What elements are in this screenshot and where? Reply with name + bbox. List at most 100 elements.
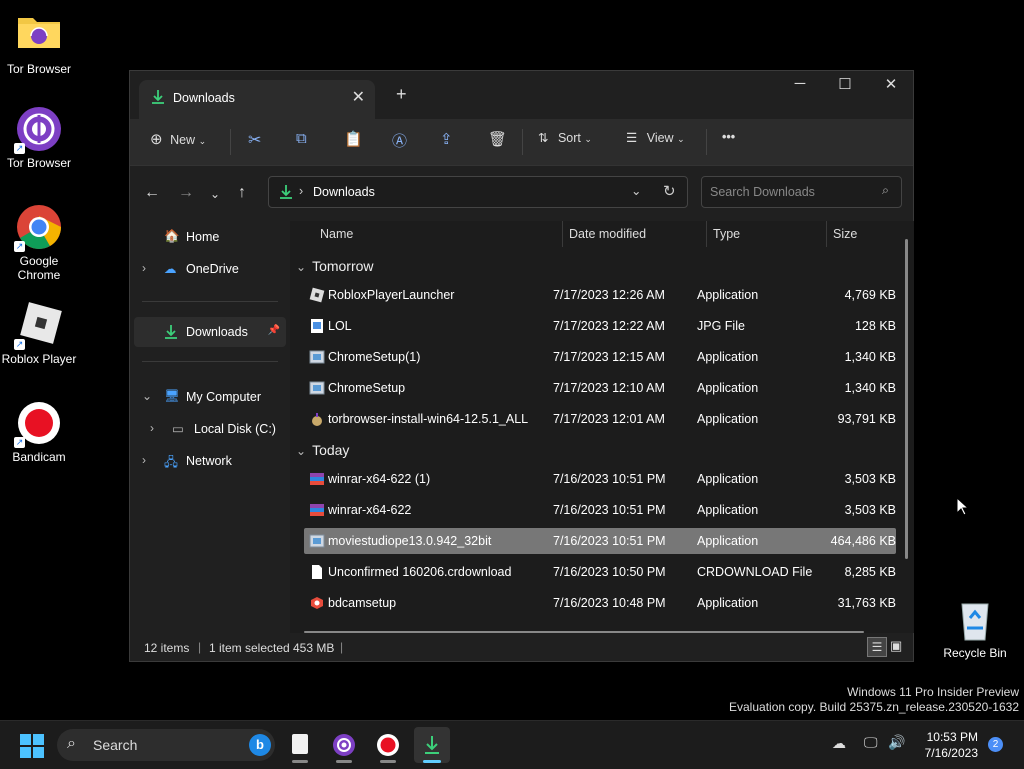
minimize-button[interactable]: ─ <box>777 75 823 92</box>
delete-icon[interactable]: 🗑 <box>488 130 507 148</box>
close-window-button[interactable]: ✕ <box>868 75 914 93</box>
more-options-button[interactable]: ••• <box>722 130 735 144</box>
address-dropdown-icon[interactable]: ⌄ <box>631 183 641 198</box>
bandicam-file-icon <box>309 595 325 611</box>
address-bar[interactable]: › Downloads ⌄ ↻ <box>268 176 688 208</box>
file-date: 7/17/2023 12:22 AM <box>553 319 665 333</box>
clock[interactable]: 10:53 PM 7/16/2023 <box>912 729 978 761</box>
view-button[interactable]: ☰ View ⌄ <box>626 130 685 145</box>
share-icon[interactable]: ⇪ <box>440 130 453 148</box>
chevron-right-icon[interactable]: › <box>150 421 154 435</box>
taskbar: ⌕ Search b ☁ 🖵 🔊 10:53 PM 7/16/2023 2 <box>0 720 1024 769</box>
back-arrow-icon[interactable]: ← <box>144 184 160 202</box>
watermark: Windows 11 Pro Insider Preview Evaluatio… <box>729 685 1019 715</box>
title-bar: Downloads ✕ + ─ ☐ ✕ <box>130 71 913 119</box>
refresh-icon[interactable]: ↻ <box>663 182 676 200</box>
shortcut-arrow-icon: ↗ <box>14 143 25 154</box>
bing-icon[interactable]: b <box>249 734 271 756</box>
chevron-down-icon[interactable]: ⌄ <box>142 389 152 403</box>
sidebar-item-my-computer[interactable]: ⌄ 🖥 My Computer <box>130 383 286 411</box>
sidebar-item-downloads[interactable]: Downloads 📌 <box>134 317 286 347</box>
forward-arrow-icon[interactable]: → <box>178 184 194 202</box>
notification-badge[interactable]: 2 <box>988 737 1003 752</box>
taskbar-file-explorer-pinned[interactable] <box>282 727 318 763</box>
file-row[interactable]: ChromeSetup(1) 7/17/2023 12:15 AM Applicat… <box>304 344 896 370</box>
large-icons-view-icon[interactable]: ▣ <box>890 638 902 654</box>
file-date: 7/17/2023 12:26 AM <box>553 288 665 302</box>
taskbar-search[interactable]: ⌕ Search b <box>57 729 275 761</box>
vertical-scrollbar[interactable] <box>905 239 908 559</box>
file-row[interactable]: Unconfirmed 160206.crdownload 7/16/2023 1… <box>304 559 896 585</box>
desktop-icon-recycle-bin[interactable]: Recycle Bin <box>937 596 1013 660</box>
breadcrumb[interactable]: Downloads <box>313 185 375 199</box>
volume-icon[interactable]: 🔊 <box>888 734 905 751</box>
group-header[interactable]: ⌄ Today <box>296 442 349 458</box>
file-row[interactable]: torbrowser-install-win64-12.5.1_ALL 7/17/… <box>304 406 896 432</box>
desktop-icon-bandicam[interactable]: ↗ Bandicam <box>1 400 77 464</box>
file-type: Application <box>697 350 759 364</box>
cut-icon[interactable]: ✂ <box>248 130 261 150</box>
new-tab-button[interactable]: + <box>396 84 407 105</box>
file-size: 464,486 KB <box>830 534 896 548</box>
download-icon <box>164 324 178 343</box>
sidebar-item-label: Network <box>186 454 232 468</box>
taskbar-downloads-explorer[interactable] <box>414 727 450 763</box>
tor-browser-icon <box>333 734 355 756</box>
up-arrow-icon[interactable]: ↑ <box>238 184 246 202</box>
sidebar-item-network[interactable]: › 🖧 Network <box>130 447 286 475</box>
column-header-date[interactable]: Date modified <box>569 227 646 253</box>
desktop-icon-tor-browser[interactable]: ↗ Tor Browser <box>1 106 77 170</box>
tab-downloads[interactable]: Downloads ✕ <box>139 80 375 119</box>
taskbar-tor-browser[interactable] <box>326 727 362 763</box>
nav-divider <box>142 301 278 302</box>
file-row[interactable]: bdcamsetup 7/16/2023 10:48 PM Application 3… <box>304 590 896 616</box>
shortcut-arrow-icon: ↗ <box>14 339 25 350</box>
details-view-icon[interactable]: ☰ <box>867 637 887 657</box>
column-header-type[interactable]: Type <box>713 227 740 253</box>
status-divider: | <box>340 640 344 654</box>
file-type: Application <box>697 381 759 395</box>
search-box[interactable]: Search Downloads ⌕ <box>701 176 902 208</box>
search-icon: ⌕ <box>881 183 889 197</box>
cloud-offline-icon[interactable]: ☁ <box>832 735 846 752</box>
desktop-icon-roblox-player[interactable]: ↗ Roblox Player <box>1 302 77 366</box>
desktop-icon-tor-folder[interactable]: Tor Browser <box>1 12 77 76</box>
taskbar-search-label: Search <box>93 737 138 753</box>
recycle-bin-icon <box>952 596 998 642</box>
sort-button[interactable]: ⇅ Sort ⌄ <box>538 130 592 145</box>
taskbar-bandicam[interactable] <box>370 727 406 763</box>
group-header[interactable]: ⌄ Tomorrow <box>296 258 374 274</box>
sidebar-item-local-disk[interactable]: › ▭ Local Disk (C:) <box>130 415 286 443</box>
view-icon: ☰ <box>626 131 638 145</box>
file-date: 7/17/2023 12:10 AM <box>553 381 665 395</box>
column-header-size[interactable]: Size <box>833 227 857 253</box>
file-type: JPG File <box>697 319 745 333</box>
sidebar-item-onedrive[interactable]: › ☁ OneDrive <box>130 255 286 283</box>
file-row[interactable]: moviestudiope13.0.942_32bit 7/16/2023 10:… <box>304 528 896 554</box>
close-tab-icon[interactable]: ✕ <box>352 87 365 107</box>
file-type: Application <box>697 412 759 426</box>
copy-icon[interactable]: ⧉ <box>296 130 307 147</box>
display-icon[interactable]: 🖵 <box>864 734 878 751</box>
group-title: Today <box>312 442 350 458</box>
rename-icon[interactable]: Ⓐ <box>392 130 407 151</box>
sidebar-item-home[interactable]: 🏠 Home <box>130 223 286 251</box>
file-row[interactable]: ChromeSetup 7/17/2023 12:10 AM Application… <box>304 375 896 401</box>
chevron-right-icon[interactable]: › <box>142 261 146 275</box>
desktop-icon-google-chrome[interactable]: ↗ Google Chrome <box>1 204 77 282</box>
file-row[interactable]: winrar-x64-622 (1) 7/16/2023 10:51 PM Appl… <box>304 466 896 492</box>
start-button[interactable] <box>20 734 44 763</box>
active-indicator <box>423 760 441 763</box>
paste-icon[interactable]: 📋 <box>344 130 363 148</box>
search-input[interactable]: Search Downloads <box>710 185 815 199</box>
file-name: LOL <box>328 319 352 333</box>
document-icon <box>292 734 308 754</box>
maximize-button[interactable]: ☐ <box>822 75 868 93</box>
chevron-right-icon[interactable]: › <box>142 453 146 467</box>
recent-locations-chevron-icon[interactable]: ⌄ <box>210 187 220 201</box>
file-row[interactable]: LOL 7/17/2023 12:22 AM JPG File 128 KB <box>304 313 896 339</box>
file-row[interactable]: winrar-x64-622 7/16/2023 10:51 PM Applicat… <box>304 497 896 523</box>
column-header-name[interactable]: Name <box>320 227 353 253</box>
new-button[interactable]: ⊕ New ⌄ <box>150 130 206 148</box>
file-row[interactable]: RobloxPlayerLauncher 7/17/2023 12:26 AM Ap… <box>304 282 896 308</box>
